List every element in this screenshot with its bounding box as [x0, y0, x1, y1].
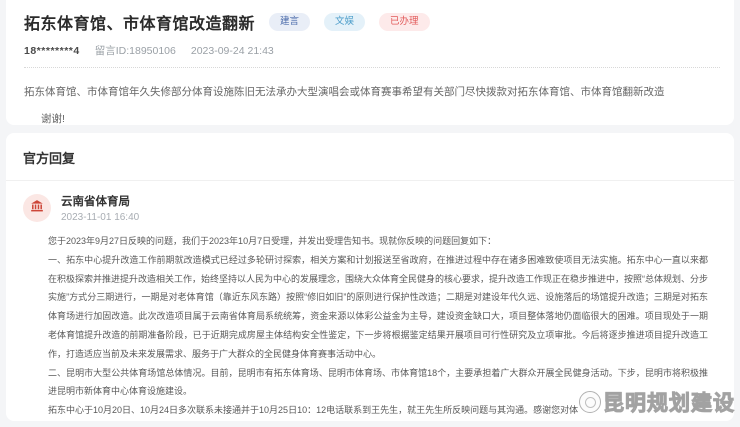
post-body-text: 拓东体育馆、市体育馆年久失修部分体育设施陈旧无法承办大型演唱会或体育赛事希望有关…	[24, 79, 720, 106]
official-reply-header: 官方回复	[23, 148, 718, 167]
page: 拓东体育馆、市体育馆改造翻新 建言 文娱 已办理 18********4 留言I…	[0, 0, 740, 427]
post-card: 拓东体育馆、市体育馆改造翻新 建言 文娱 已办理 18********4 留言I…	[6, 0, 734, 125]
government-building-icon	[30, 199, 44, 218]
post-title: 拓东体育馆、市体育馆改造翻新	[24, 10, 255, 34]
reply-timestamp: 2023-11-01 16:40	[61, 212, 139, 223]
post-author-masked: 18********4	[24, 45, 80, 57]
reply-author-row: 云南省体育局 2023-11-01 16:40	[6, 181, 734, 223]
reply-paragraph: 您于2023年9月27日反映的问题，我们于2023年10月7日受理，并发出受理告…	[48, 232, 708, 251]
post-title-row: 拓东体育馆、市体育馆改造翻新 建言 文娱 已办理	[24, 8, 720, 34]
dotted-divider	[24, 67, 720, 68]
official-reply-card: 官方回复 云南省体育局 2023-11-01 16:40	[6, 133, 734, 421]
post-meta-row: 18********4 留言ID:18950106 2023-09-24 21:…	[24, 43, 720, 58]
reply-body: 您于2023年9月27日反映的问题，我们于2023年10月7日受理，并发出受理告…	[6, 223, 734, 420]
tag-0: 建言	[269, 13, 310, 31]
post-message-id: 留言ID:18950106	[95, 43, 176, 58]
reply-paragraph: 拓东中心于10月20日、10月24日多次联系未接通并于10月25日10：12电话…	[48, 401, 708, 420]
agency-name: 云南省体育局	[61, 193, 139, 209]
post-created-at: 2023-09-24 21:43	[191, 45, 274, 57]
post-thanks-text: 谢谢!	[24, 106, 720, 133]
agency-avatar	[23, 194, 51, 222]
reply-paragraph: 一、拓东中心提升改造工作前期就改造模式已经过多轮研讨探索，相关方案和计划报送至省…	[48, 251, 708, 364]
post-body: 拓东体育馆、市体育馆年久失修部分体育设施陈旧无法承办大型演唱会或体育赛事希望有关…	[24, 79, 720, 133]
tag-1: 文娱	[324, 13, 365, 31]
tag-2: 已办理	[379, 13, 430, 31]
reply-paragraph: 二、昆明市大型公共体育场馆总体情况。目前，昆明市有拓东体育场、昆明市体育场、市体…	[48, 364, 708, 402]
agency-identity: 云南省体育局 2023-11-01 16:40	[61, 193, 139, 223]
